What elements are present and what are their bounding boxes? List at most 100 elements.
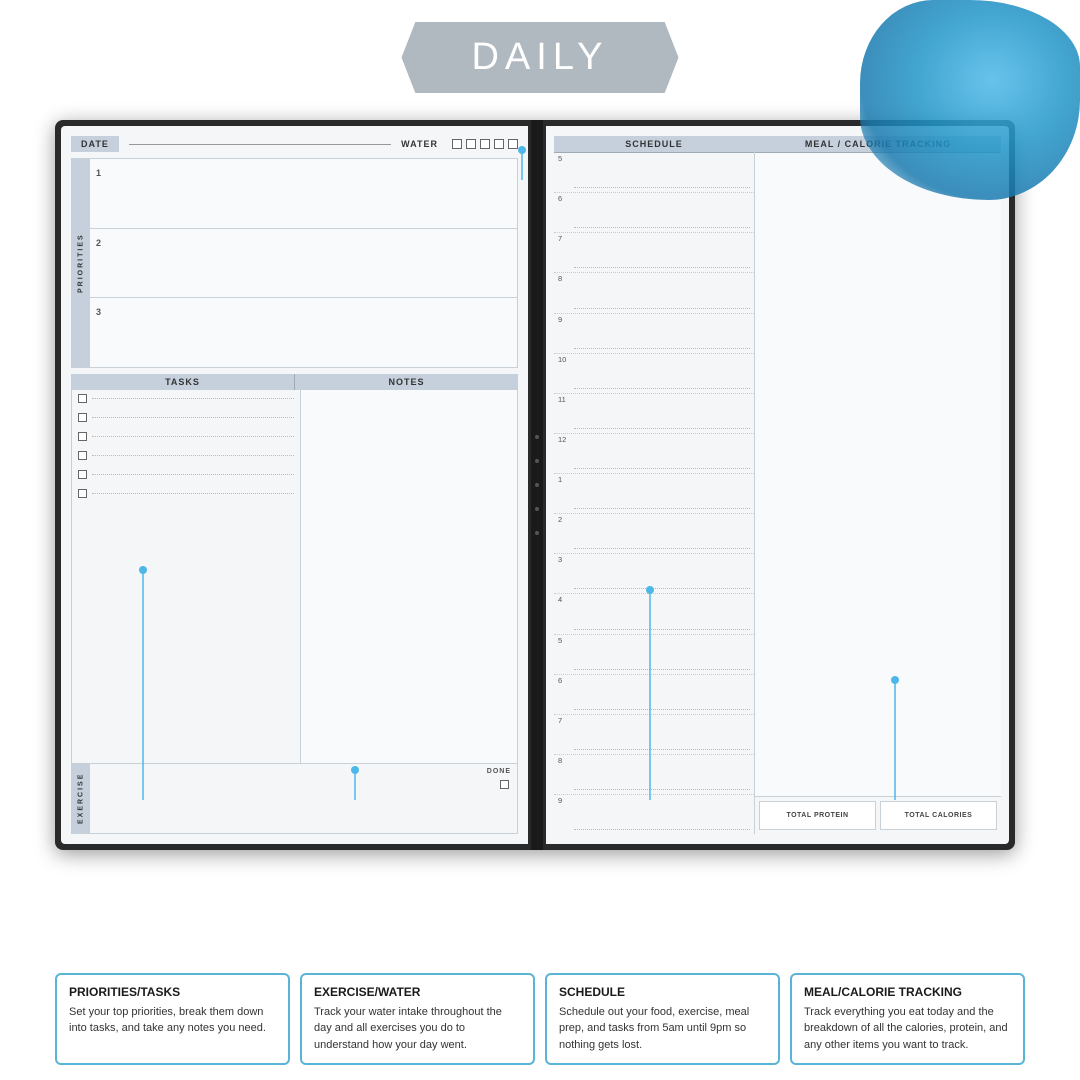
water-checkbox-1[interactable] — [452, 139, 462, 149]
schedule-row-4pm[interactable]: 4 — [554, 594, 754, 634]
priority-box-3[interactable]: 3 — [90, 298, 517, 367]
priorities-boxes: 1 2 3 — [90, 159, 517, 367]
schedule-time-1pm: 1 — [558, 476, 572, 484]
schedule-row-1pm[interactable]: 1 — [554, 474, 754, 514]
left-page: DATE WATER PRIORITIES 1 2 — [61, 126, 528, 844]
schedule-time-4pm: 4 — [558, 596, 572, 604]
exercise-section: EXERCISE DONE — [71, 764, 518, 834]
task-row-2 — [78, 413, 294, 422]
water-checkbox-3[interactable] — [480, 139, 490, 149]
schedule-time-2pm: 2 — [558, 516, 572, 524]
schedule-row-7pm[interactable]: 7 — [554, 715, 754, 755]
priorities-label: PRIORITIES — [72, 159, 90, 367]
task-line-3 — [92, 436, 294, 437]
meal-footer: TOTAL PROTEIN TOTAL CALORIES — [755, 796, 1001, 834]
right-columns: SCHEDULE 5 6 7 8 9 10 11 12 1 2 3 4 5 6 … — [554, 136, 1001, 834]
water-checkbox-4[interactable] — [494, 139, 504, 149]
info-box-text-4: Track everything you eat today and the b… — [804, 1004, 1011, 1054]
schedule-line-10 — [574, 388, 750, 389]
schedule-line-7pm — [574, 749, 750, 750]
tasks-header: TASKS — [71, 374, 295, 390]
meal-body[interactable] — [755, 153, 1001, 796]
schedule-line-12 — [574, 468, 750, 469]
schedule-row-3pm[interactable]: 3 — [554, 554, 754, 594]
spine-dot-2 — [535, 459, 539, 463]
meal-col: MEAL / CALORIE TRACKING TOTAL PROTEIN TO… — [754, 136, 1001, 834]
date-line — [129, 144, 391, 145]
schedule-row-11am[interactable]: 11 — [554, 394, 754, 434]
schedule-time-9pm: 9 — [558, 797, 572, 805]
schedule-row-7am[interactable]: 7 — [554, 233, 754, 273]
schedule-line-4pm — [574, 629, 750, 630]
schedule-row-10am[interactable]: 10 — [554, 354, 754, 394]
schedule-row-8am[interactable]: 8 — [554, 273, 754, 313]
total-protein-label: TOTAL PROTEIN — [786, 812, 848, 819]
task-checkbox-6[interactable] — [78, 489, 87, 498]
info-box-schedule: SCHEDULE Schedule out your food, exercis… — [545, 973, 780, 1066]
tasks-notes-body — [71, 390, 518, 764]
spine — [531, 120, 543, 850]
water-checkbox-2[interactable] — [466, 139, 476, 149]
info-box-title-4: MEAL/CALORIE TRACKING — [804, 985, 1011, 999]
water-checkboxes — [452, 139, 518, 149]
priority-box-2[interactable]: 2 — [90, 229, 517, 299]
task-row-1 — [78, 394, 294, 403]
schedule-time-6: 6 — [558, 195, 572, 203]
priority-box-1[interactable]: 1 — [90, 159, 517, 229]
schedule-row-5pm[interactable]: 5 — [554, 635, 754, 675]
task-checkbox-5[interactable] — [78, 470, 87, 479]
schedule-line-6pm — [574, 709, 750, 710]
exercise-content[interactable]: DONE — [90, 764, 517, 833]
schedule-time-12: 12 — [558, 436, 572, 444]
notes-col[interactable] — [301, 390, 517, 763]
schedule-time-9: 9 — [558, 316, 572, 324]
schedule-line-3pm — [574, 588, 750, 589]
task-row-4 — [78, 451, 294, 460]
info-box-title-1: PRIORITIES/TASKS — [69, 985, 276, 999]
schedule-line-7 — [574, 267, 750, 268]
schedule-line-11 — [574, 428, 750, 429]
task-row-3 — [78, 432, 294, 441]
schedule-time-3pm: 3 — [558, 556, 572, 564]
schedule-time-7: 7 — [558, 235, 572, 243]
schedule-row-9pm[interactable]: 9 — [554, 795, 754, 834]
task-checkbox-2[interactable] — [78, 413, 87, 422]
schedule-row-6pm[interactable]: 6 — [554, 675, 754, 715]
water-checkbox-5[interactable] — [508, 139, 518, 149]
schedule-time-5: 5 — [558, 155, 572, 163]
task-line-6 — [92, 493, 294, 494]
schedule-line-9 — [574, 348, 750, 349]
schedule-row-2pm[interactable]: 2 — [554, 514, 754, 554]
priorities-section: PRIORITIES 1 2 3 — [71, 158, 518, 368]
task-checkbox-1[interactable] — [78, 394, 87, 403]
page-title: DAILY — [471, 36, 608, 78]
schedule-time-11: 11 — [558, 396, 572, 404]
done-checkbox[interactable] — [500, 780, 509, 789]
info-box-exercise-water: EXERCISE/WATER Track your water intake t… — [300, 973, 535, 1066]
task-checkbox-3[interactable] — [78, 432, 87, 441]
water-label: WATER — [401, 139, 438, 149]
info-box-title-2: EXERCISE/WATER — [314, 985, 521, 999]
info-box-priorities-tasks: PRIORITIES/TASKS Set your top priorities… — [55, 973, 290, 1066]
notebook: DATE WATER PRIORITIES 1 2 — [55, 120, 1015, 850]
info-box-text-2: Track your water intake throughout the d… — [314, 1004, 521, 1054]
schedule-row-8pm[interactable]: 8 — [554, 755, 754, 795]
tasks-col — [72, 390, 301, 763]
schedule-line-8 — [574, 308, 750, 309]
info-box-title-3: SCHEDULE — [559, 985, 766, 999]
schedule-line-9pm — [574, 829, 750, 830]
right-page: SCHEDULE 5 6 7 8 9 10 11 12 1 2 3 4 5 6 … — [546, 126, 1009, 844]
task-line-1 — [92, 398, 294, 399]
schedule-row-9am[interactable]: 9 — [554, 314, 754, 354]
schedule-row-5am[interactable]: 5 — [554, 153, 754, 193]
task-checkbox-4[interactable] — [78, 451, 87, 460]
priority-num-1: 1 — [96, 168, 101, 178]
watercolor-decoration — [860, 0, 1080, 200]
spine-dot-1 — [535, 435, 539, 439]
task-line-4 — [92, 455, 294, 456]
spine-dot-5 — [535, 531, 539, 535]
schedule-row-6am[interactable]: 6 — [554, 193, 754, 233]
task-row-5 — [78, 470, 294, 479]
info-box-meal-calorie: MEAL/CALORIE TRACKING Track everything y… — [790, 973, 1025, 1066]
schedule-row-12pm[interactable]: 12 — [554, 434, 754, 474]
